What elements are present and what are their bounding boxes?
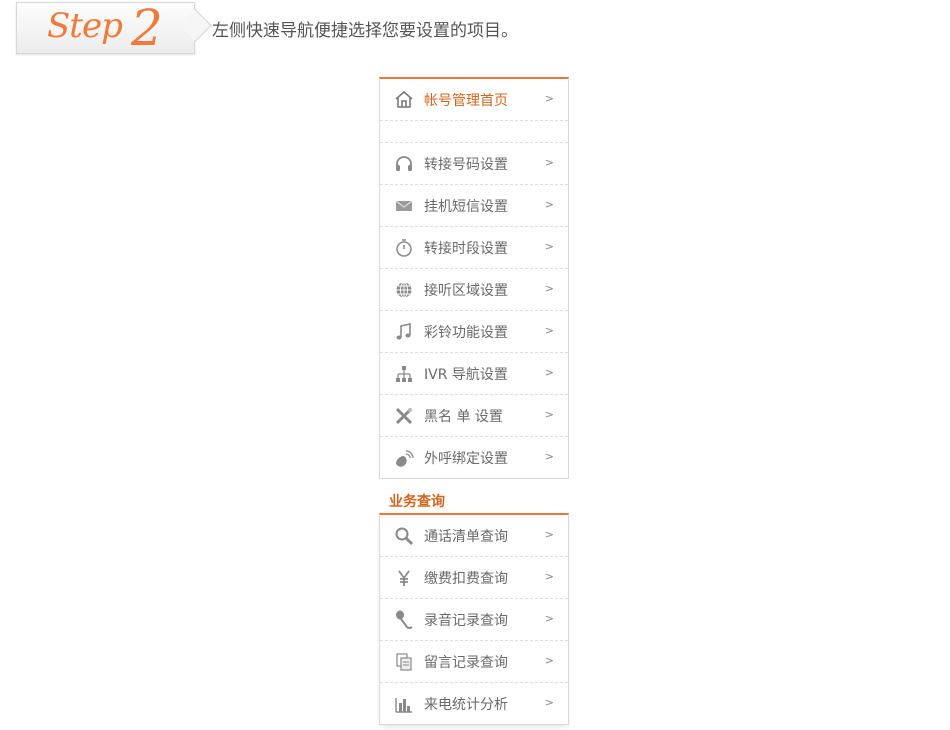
chevron-right-icon: > — [544, 324, 554, 337]
chevron-right-icon: > — [544, 92, 554, 105]
chevron-right-icon: > — [544, 696, 554, 709]
sitemap-icon — [394, 364, 414, 384]
chevron-right-icon: > — [544, 240, 554, 253]
menu-item-transfer-number[interactable]: 转接号码设置 > — [380, 143, 568, 185]
menu-item-recording-query[interactable]: 录音记录查询 > — [380, 599, 568, 641]
chevron-right-icon: > — [544, 156, 554, 169]
menu-item-call-statistics[interactable]: 来电统计分析 > — [380, 683, 568, 724]
menu-spacer — [380, 121, 568, 143]
menu-item-label: 来电统计分析 — [424, 697, 508, 713]
chevron-right-icon: > — [544, 528, 554, 541]
music-note-icon — [394, 322, 414, 342]
menu-item-ivr-navigation[interactable]: IVR 导航设置 > — [380, 353, 568, 395]
menu-item-label: 外呼绑定设置 — [424, 451, 508, 467]
menu-item-outbound-binding[interactable]: 外呼绑定设置 > — [380, 437, 568, 478]
search-icon — [394, 526, 414, 546]
menu-item-label: 转接时段设置 — [424, 241, 508, 257]
section-title-business-query: 业务查询 — [389, 494, 445, 510]
menu-item-hangup-sms[interactable]: 挂机短信设置 > — [380, 185, 568, 227]
query-menu: 通话清单查询 > 缴费扣费查询 > 录音记录查询 > 留言记录查询 > 来电统计… — [379, 513, 569, 725]
step-badge: Step 2 — [16, 0, 195, 57]
yen-icon — [394, 568, 414, 588]
menu-item-account-home[interactable]: 帐号管理首页 > — [380, 79, 568, 121]
headset-icon — [394, 154, 414, 174]
chevron-right-icon: > — [544, 282, 554, 295]
blacklist-icon — [394, 406, 414, 426]
chevron-right-icon: > — [544, 450, 554, 463]
menu-item-label: 转接号码设置 — [424, 157, 508, 173]
menu-item-label: 接听区域设置 — [424, 283, 508, 299]
step-word: Step — [47, 6, 123, 46]
envelope-icon — [394, 196, 414, 216]
menu-item-ringtone[interactable]: 彩铃功能设置 > — [380, 311, 568, 353]
menu-item-label: 彩铃功能设置 — [424, 325, 508, 341]
menu-item-label: 留言记录查询 — [424, 655, 508, 671]
chevron-right-icon: > — [544, 570, 554, 583]
microphone-icon — [394, 610, 414, 630]
menu-item-label: 挂机短信设置 — [424, 199, 508, 215]
menu-item-transfer-period[interactable]: 转接时段设置 > — [380, 227, 568, 269]
settings-menu: 帐号管理首页 > 转接号码设置 > 挂机短信设置 > 转接时段设置 > 接听区域… — [379, 77, 569, 479]
menu-item-payment-query[interactable]: 缴费扣费查询 > — [380, 557, 568, 599]
menu-item-label: 帐号管理首页 — [424, 93, 508, 109]
globe-icon — [394, 280, 414, 300]
documents-icon — [394, 652, 414, 672]
bar-chart-icon — [394, 694, 414, 714]
menu-item-call-list[interactable]: 通话清单查询 > — [380, 515, 568, 557]
menu-item-label: 录音记录查询 — [424, 613, 508, 629]
menu-item-message-query[interactable]: 留言记录查询 > — [380, 641, 568, 683]
chevron-right-icon: > — [544, 198, 554, 211]
menu-item-label: 通话清单查询 — [424, 529, 508, 545]
menu-item-answer-region[interactable]: 接听区域设置 > — [380, 269, 568, 311]
step-instruction: 左侧快速导航便捷选择您要设置的项目。 — [212, 21, 518, 40]
chevron-right-icon: > — [544, 366, 554, 379]
menu-item-label: 黑名 单 设置 — [424, 409, 503, 425]
menu-item-label: IVR 导航设置 — [424, 367, 508, 383]
chevron-right-icon: > — [544, 612, 554, 625]
step-number: 2 — [131, 0, 163, 57]
stopwatch-icon — [394, 238, 414, 258]
satellite-icon — [394, 448, 414, 468]
chevron-right-icon: > — [544, 408, 554, 421]
menu-item-label: 缴费扣费查询 — [424, 571, 508, 587]
home-icon — [394, 90, 414, 110]
menu-item-blacklist[interactable]: 黑名 单 设置 > — [380, 395, 568, 437]
chevron-right-icon: > — [544, 654, 554, 667]
